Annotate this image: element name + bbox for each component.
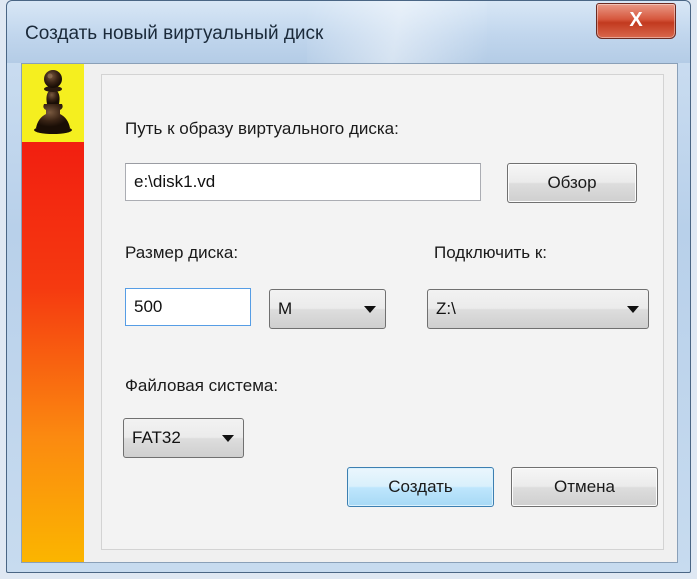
size-unit-value: M: [278, 299, 293, 318]
browse-button[interactable]: Обзор: [507, 163, 637, 203]
create-button[interactable]: Создать: [347, 467, 494, 507]
sidebar-banner-top: [22, 64, 84, 142]
filesystem-label: Файловая система:: [125, 376, 279, 395]
title-bar[interactable]: Создать новый виртуальный диск X: [7, 1, 690, 63]
filesystem-value: FAT32: [132, 428, 181, 447]
path-input[interactable]: e:\disk1.vd: [125, 163, 481, 201]
sidebar-banner: [22, 64, 84, 562]
chevron-down-icon: [364, 306, 376, 313]
disk-size-input[interactable]: 500: [125, 288, 251, 326]
form-panel: Путь к образу виртуального диска: e:\dis…: [101, 74, 664, 550]
mount-drive-select[interactable]: Z:\: [427, 289, 649, 329]
cancel-button-label: Отмена: [554, 477, 615, 496]
filesystem-select[interactable]: FAT32: [123, 418, 244, 458]
close-icon: X: [629, 9, 643, 31]
dialog-client-area: Путь к образу виртуального диска: e:\dis…: [21, 63, 678, 563]
create-button-label: Создать: [388, 477, 453, 496]
chess-pawn-icon: [34, 70, 72, 134]
disk-size-label: Размер диска:: [125, 243, 239, 262]
cancel-button[interactable]: Отмена: [511, 467, 658, 507]
size-unit-select[interactable]: M: [269, 289, 386, 329]
chevron-down-icon: [627, 306, 639, 313]
path-label: Путь к образу виртуального диска:: [125, 119, 399, 138]
browse-button-label: Обзор: [547, 173, 597, 192]
mount-drive-value: Z:\: [436, 299, 456, 318]
dialog-window: Создать новый виртуальный диск X Путь к …: [6, 0, 691, 573]
mount-label: Подключить к:: [434, 243, 548, 262]
chevron-down-icon: [222, 435, 234, 442]
window-title: Создать новый виртуальный диск: [25, 23, 324, 44]
close-button[interactable]: X: [596, 3, 676, 39]
